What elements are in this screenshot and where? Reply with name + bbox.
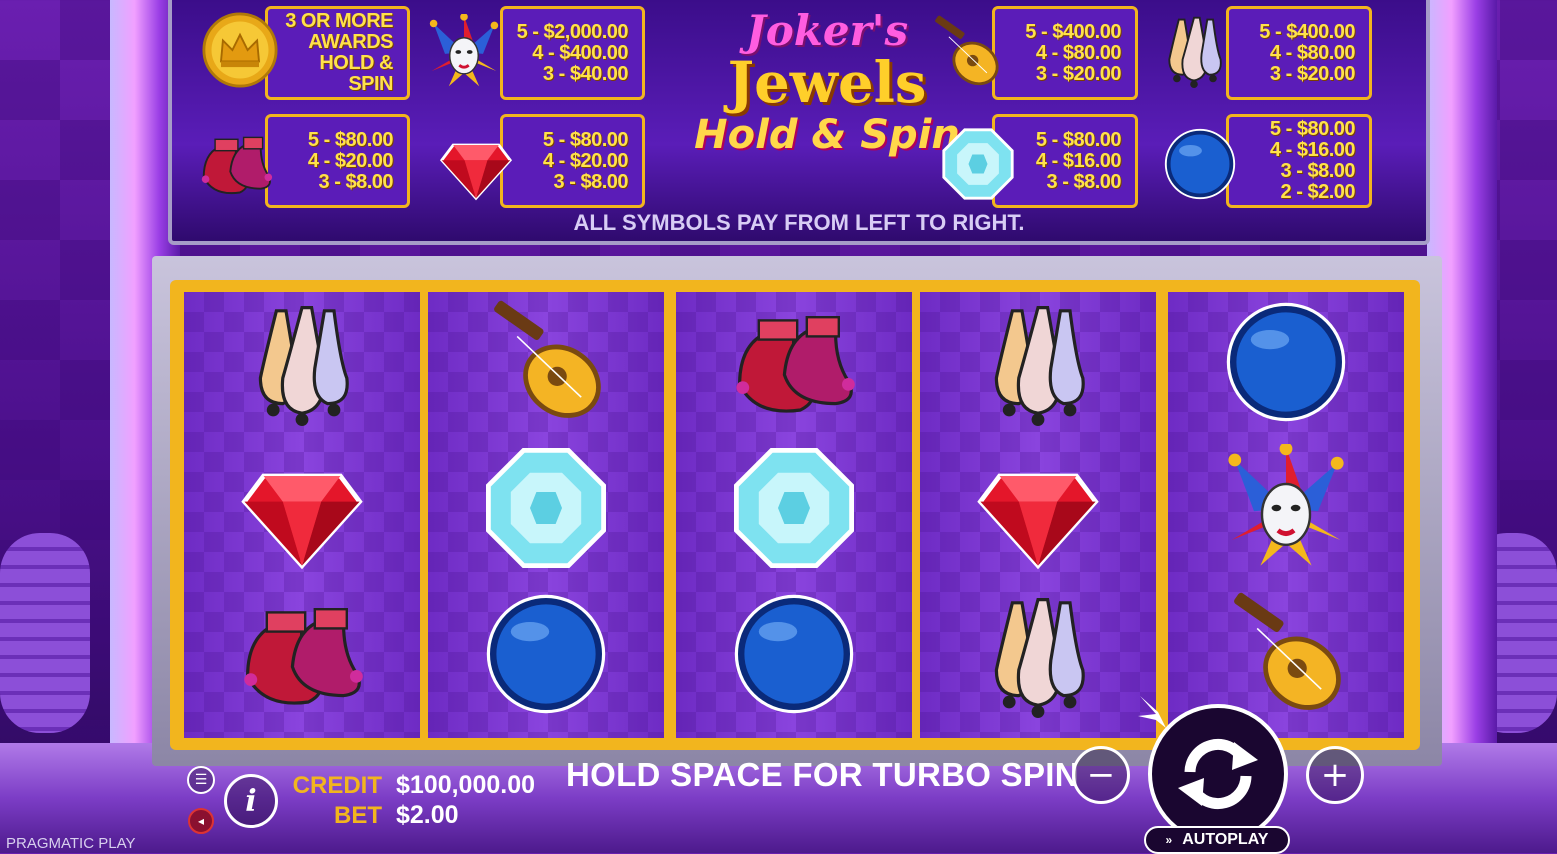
paytable-line: SPIN xyxy=(348,73,393,95)
juggling-pins-icon xyxy=(963,584,1113,724)
juggling-pins-icon xyxy=(1154,10,1234,90)
paytable-box: 5 - $2,000.00 4 - $400.00 3 - $40.00 xyxy=(500,6,645,100)
logo-line-2: Jewels xyxy=(727,50,927,116)
jester-shoes-icon xyxy=(227,584,377,724)
game-logo: Joker's Jewels Hold & Spin xyxy=(692,8,962,198)
paytable-line: 5 - $400.00 xyxy=(1259,20,1355,43)
paytable-line: 3 - $20.00 xyxy=(1269,62,1356,85)
paytable-line: 5 - $80.00 xyxy=(1035,128,1122,151)
paytable-box: 5 - $80.00 4 - $20.00 3 - $8.00 xyxy=(265,114,410,208)
red-gem-icon xyxy=(963,438,1113,578)
paytable-footer: ALL SYMBOLS PAY FROM LEFT TO RIGHT. xyxy=(573,210,1025,235)
blue-orb-icon xyxy=(471,584,621,724)
bet-value: $2.00 xyxy=(396,801,459,829)
crown-coin-icon xyxy=(200,10,280,90)
paytable-box: 5 - $80.00 4 - $16.00 3 - $8.00 2 - $2.00 xyxy=(1226,114,1372,208)
autoplay-label: AUTOPLAY xyxy=(1182,831,1269,848)
coin-stack-left xyxy=(0,533,90,733)
paytable-line: 3 - $8.00 xyxy=(318,170,394,193)
blue-orb-icon xyxy=(1160,124,1240,204)
minus-icon: − xyxy=(1086,755,1116,795)
paytable-line: 4 - $16.00 xyxy=(1035,149,1122,172)
joker-icon xyxy=(1211,438,1361,578)
hamburger-icon: ☰ xyxy=(194,772,208,788)
jester-shoes-icon xyxy=(196,124,276,204)
fast-forward-icon: » xyxy=(1165,833,1173,847)
paytable-line: 3 - $8.00 xyxy=(553,170,629,193)
turbo-spin-hint: HOLD SPACE FOR TURBO SPIN xyxy=(566,756,1079,793)
red-gem-icon xyxy=(227,438,377,578)
paytable-line: 5 - $2,000.00 xyxy=(516,20,629,43)
jester-shoes-icon xyxy=(719,292,869,432)
cyan-gem-icon xyxy=(471,438,621,578)
paytable-line: 5 - $80.00 xyxy=(307,128,394,151)
joker-icon xyxy=(424,12,504,92)
logo-line-3: Hold & Spin xyxy=(694,112,960,158)
paytable-box: 5 - $400.00 4 - $80.00 3 - $20.00 xyxy=(1226,6,1372,100)
blue-orb-icon xyxy=(719,584,869,724)
bet-label: BET xyxy=(334,802,382,829)
lute-icon xyxy=(471,292,621,432)
sound-button[interactable]: ◂ xyxy=(188,808,214,834)
info-icon: i xyxy=(245,783,257,819)
decrease-bet-button[interactable]: − xyxy=(1072,746,1130,804)
paytable-line: 4 - $20.00 xyxy=(307,149,394,172)
juggling-pins-icon xyxy=(963,292,1113,432)
sound-icon: ◂ xyxy=(197,814,205,828)
lute-icon xyxy=(926,12,1006,92)
increase-bet-button[interactable]: + xyxy=(1306,746,1364,804)
plus-icon: + xyxy=(1320,755,1350,795)
paytable-line: 4 - $20.00 xyxy=(542,149,629,172)
juggling-pins-icon xyxy=(227,292,377,432)
paytable-box: 5 - $400.00 4 - $80.00 3 - $20.00 xyxy=(992,6,1138,100)
credit-value: $100,000.00 xyxy=(396,771,536,799)
paytable-line: 4 - $80.00 xyxy=(1269,41,1356,64)
credit-label: CREDIT xyxy=(292,772,382,799)
cyan-gem-icon xyxy=(938,124,1018,204)
brand-logo-text: PRAGMATIC PLAY xyxy=(6,835,136,852)
paytable-line: 3 - $8.00 xyxy=(1280,160,1356,182)
paytable-line: 5 - $80.00 xyxy=(542,128,629,151)
info-button[interactable]: i xyxy=(224,774,278,828)
paytable-line: 2 - $2.00 xyxy=(1280,181,1356,203)
paytable-line: 4 - $80.00 xyxy=(1035,41,1122,64)
paytable-line: HOLD & xyxy=(319,52,393,74)
menu-button[interactable]: ☰ xyxy=(187,766,215,794)
spin-sparkle-icon xyxy=(1138,696,1166,728)
paytable-line: 5 - $80.00 xyxy=(1269,118,1356,140)
paytable-line: 3 - $20.00 xyxy=(1035,62,1122,85)
paytable-line: 3 - $8.00 xyxy=(1046,170,1122,193)
paytable-box: 5 - $80.00 4 - $20.00 3 - $8.00 xyxy=(500,114,645,208)
blue-orb-icon xyxy=(1211,292,1361,432)
paytable-line: 4 - $400.00 xyxy=(532,41,628,64)
paytable-line: 5 - $400.00 xyxy=(1025,20,1121,43)
paytable-line: 3 - $40.00 xyxy=(542,62,629,85)
autoplay-button[interactable]: » AUTOPLAY xyxy=(1144,826,1290,854)
logo-line-1: Joker's xyxy=(745,6,909,55)
lute-icon xyxy=(1211,584,1361,724)
cyan-gem-icon xyxy=(719,438,869,578)
paytable-line: AWARDS xyxy=(308,31,393,53)
paytable-line: 3 OR MORE xyxy=(285,10,393,32)
paytable-box: 3 OR MORE AWARDS HOLD & SPIN xyxy=(265,6,410,100)
spin-arrows-icon xyxy=(1178,738,1258,810)
red-gem-icon xyxy=(436,124,516,204)
paytable-line: 4 - $16.00 xyxy=(1269,139,1356,161)
